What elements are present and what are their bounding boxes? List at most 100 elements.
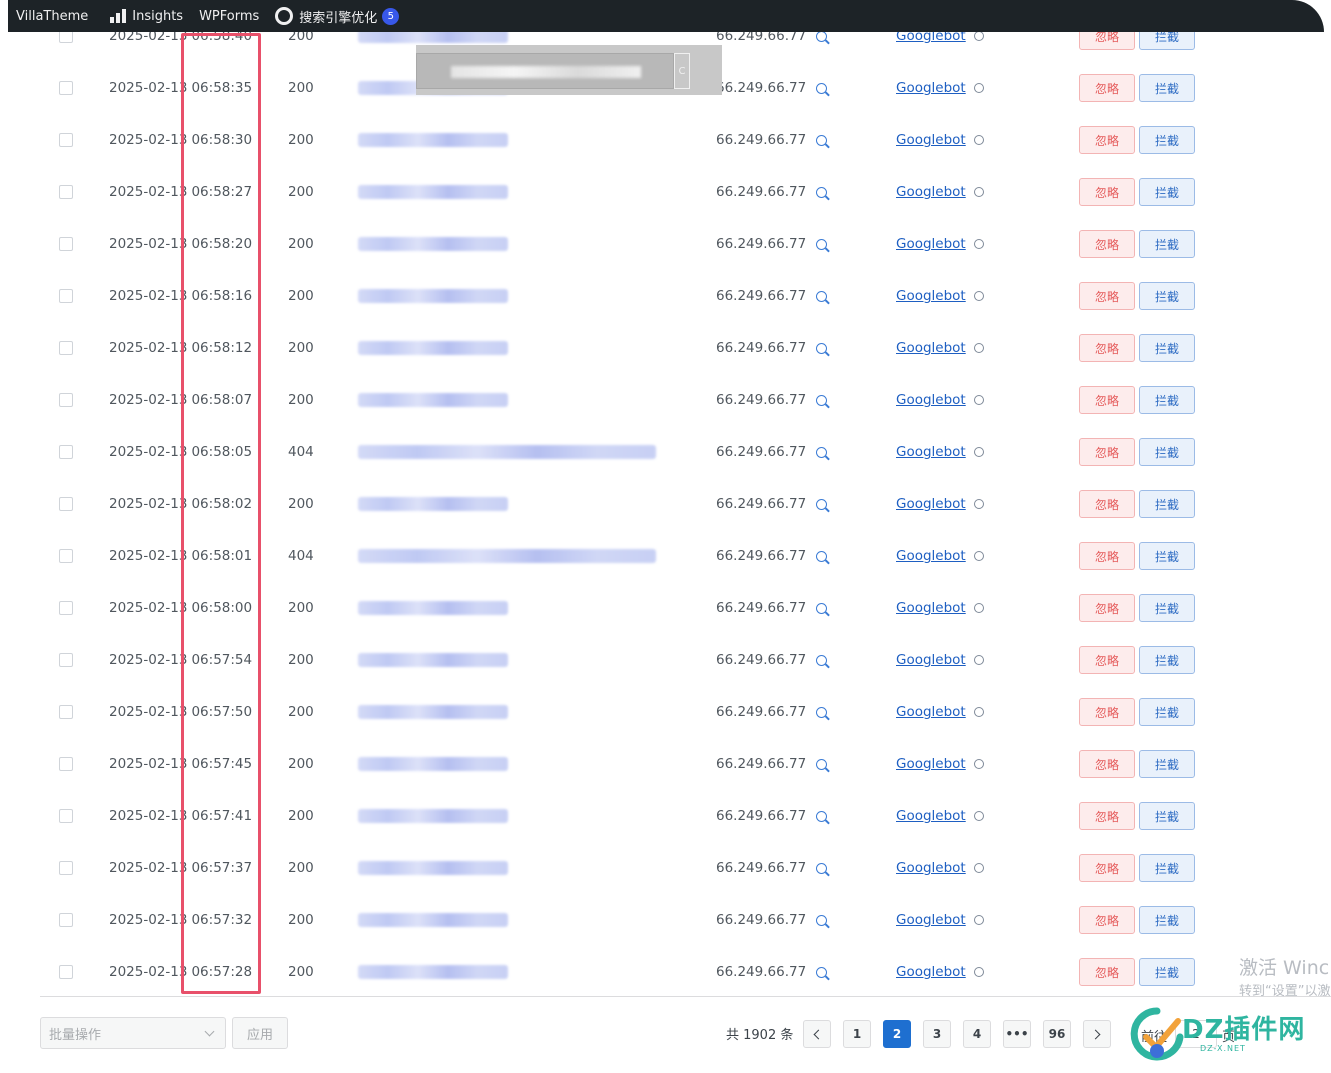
ignore-button[interactable]: 忽略 xyxy=(1079,74,1135,102)
blurred-url[interactable] xyxy=(358,393,508,407)
ignore-button[interactable]: 忽略 xyxy=(1079,334,1135,362)
bot-link[interactable]: Googlebot xyxy=(896,236,966,252)
bot-link[interactable]: Googlebot xyxy=(896,392,966,408)
adminbar-wpforms[interactable]: WPForms xyxy=(191,0,267,32)
url-cell[interactable] xyxy=(358,270,508,322)
page-96-button[interactable]: 96 xyxy=(1043,1020,1071,1048)
bot-link[interactable]: Googlebot xyxy=(896,756,966,772)
url-cell[interactable] xyxy=(358,218,508,270)
adminbar-insights[interactable]: Insights xyxy=(102,0,191,32)
bot-link[interactable]: Googlebot xyxy=(896,912,966,928)
search-icon[interactable] xyxy=(816,498,828,510)
ignore-button[interactable]: 忽略 xyxy=(1079,282,1135,310)
ignore-button[interactable]: 忽略 xyxy=(1079,230,1135,258)
bot-link[interactable]: Googlebot xyxy=(896,652,966,668)
apply-button[interactable]: 应用 xyxy=(232,1017,288,1049)
bot-link[interactable]: Googlebot xyxy=(896,132,966,148)
blurred-url[interactable] xyxy=(358,133,508,147)
bot-link[interactable]: Googlebot xyxy=(896,600,966,616)
search-icon[interactable] xyxy=(816,134,828,146)
block-button[interactable]: 拦截 xyxy=(1139,282,1195,310)
search-icon[interactable] xyxy=(816,290,828,302)
url-cell[interactable] xyxy=(358,322,508,374)
block-button[interactable]: 拦截 xyxy=(1139,230,1195,258)
search-icon[interactable] xyxy=(816,186,828,198)
ignore-button[interactable]: 忽略 xyxy=(1079,438,1135,466)
bot-link[interactable]: Googlebot xyxy=(896,704,966,720)
ignore-button[interactable]: 忽略 xyxy=(1079,178,1135,206)
row-checkbox[interactable] xyxy=(59,341,73,355)
ignore-button[interactable]: 忽略 xyxy=(1079,750,1135,778)
blurred-url[interactable] xyxy=(358,549,656,563)
external-link-icon[interactable] xyxy=(971,392,986,408)
url-cell[interactable] xyxy=(358,842,508,894)
url-cell[interactable] xyxy=(358,166,508,218)
search-icon[interactable] xyxy=(816,394,828,406)
block-button[interactable]: 拦截 xyxy=(1139,802,1195,830)
url-cell[interactable] xyxy=(358,790,508,842)
search-icon[interactable] xyxy=(816,82,828,94)
bot-link[interactable]: Googlebot xyxy=(896,444,966,460)
bot-link[interactable]: Googlebot xyxy=(896,80,966,96)
url-cell[interactable] xyxy=(358,686,508,738)
row-checkbox[interactable] xyxy=(59,133,73,147)
blurred-url[interactable] xyxy=(358,289,508,303)
row-checkbox[interactable] xyxy=(59,809,73,823)
page-more-button[interactable]: ••• xyxy=(1003,1020,1031,1048)
bot-link[interactable]: Googlebot xyxy=(896,964,966,980)
block-button[interactable]: 拦截 xyxy=(1139,958,1195,986)
ignore-button[interactable]: 忽略 xyxy=(1079,958,1135,986)
blurred-url[interactable] xyxy=(358,913,508,927)
bot-link[interactable]: Googlebot xyxy=(896,860,966,876)
block-button[interactable]: 拦截 xyxy=(1139,490,1195,518)
page-1-button[interactable]: 1 xyxy=(843,1020,871,1048)
bot-link[interactable]: Googlebot xyxy=(896,496,966,512)
row-checkbox[interactable] xyxy=(59,757,73,771)
external-link-icon[interactable] xyxy=(971,80,986,96)
row-checkbox[interactable] xyxy=(59,289,73,303)
row-checkbox[interactable] xyxy=(59,237,73,251)
external-link-icon[interactable] xyxy=(971,756,986,772)
page-3-button[interactable]: 3 xyxy=(923,1020,951,1048)
search-icon[interactable] xyxy=(816,30,828,42)
external-link-icon[interactable] xyxy=(971,964,986,980)
next-page-button[interactable] xyxy=(1083,1020,1111,1048)
url-cell[interactable] xyxy=(358,894,508,946)
block-button[interactable]: 拦截 xyxy=(1139,854,1195,882)
prev-page-button[interactable] xyxy=(803,1020,831,1048)
search-icon[interactable] xyxy=(816,706,828,718)
row-checkbox[interactable] xyxy=(59,653,73,667)
url-cell[interactable] xyxy=(358,374,508,426)
block-button[interactable]: 拦截 xyxy=(1139,906,1195,934)
bot-link[interactable]: Googlebot xyxy=(896,548,966,564)
url-cell[interactable] xyxy=(358,582,508,634)
bot-link[interactable]: Googlebot xyxy=(896,808,966,824)
search-icon[interactable] xyxy=(816,446,828,458)
bot-link[interactable]: Googlebot xyxy=(896,288,966,304)
blurred-url[interactable] xyxy=(358,705,508,719)
search-icon[interactable] xyxy=(816,602,828,614)
ignore-button[interactable]: 忽略 xyxy=(1079,490,1135,518)
blurred-url[interactable] xyxy=(358,497,508,511)
external-link-icon[interactable] xyxy=(971,184,986,200)
search-icon[interactable] xyxy=(816,238,828,250)
search-icon[interactable] xyxy=(816,342,828,354)
url-cell[interactable] xyxy=(358,478,508,530)
search-icon[interactable] xyxy=(816,966,828,978)
external-link-icon[interactable] xyxy=(971,548,986,564)
ignore-button[interactable]: 忽略 xyxy=(1079,646,1135,674)
external-link-icon[interactable] xyxy=(971,600,986,616)
blurred-url[interactable] xyxy=(358,965,508,979)
block-button[interactable]: 拦截 xyxy=(1139,386,1195,414)
adminbar-seo[interactable]: 搜索引擎优化 5 xyxy=(267,0,407,32)
external-link-icon[interactable] xyxy=(971,444,986,460)
external-link-icon[interactable] xyxy=(971,236,986,252)
search-icon[interactable] xyxy=(816,810,828,822)
blurred-url[interactable] xyxy=(358,861,508,875)
blurred-url[interactable] xyxy=(358,445,656,459)
blurred-url[interactable] xyxy=(358,757,508,771)
row-checkbox[interactable] xyxy=(59,393,73,407)
row-checkbox[interactable] xyxy=(59,81,73,95)
bot-link[interactable]: Googlebot xyxy=(896,184,966,200)
search-icon[interactable] xyxy=(816,914,828,926)
